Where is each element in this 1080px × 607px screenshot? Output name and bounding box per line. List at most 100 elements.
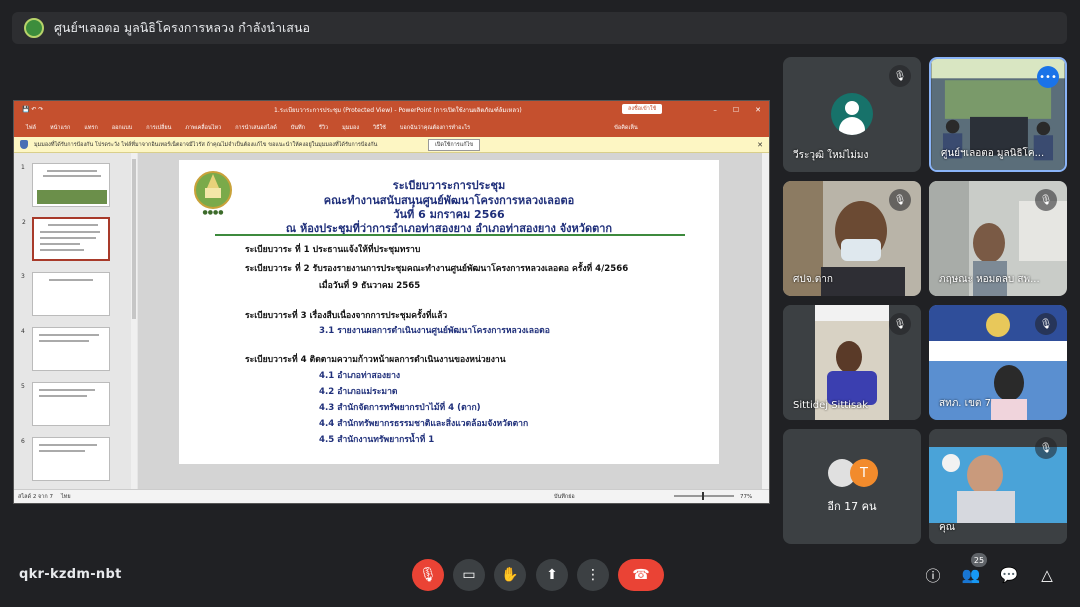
activities-icon: △ [1041,566,1053,584]
thumbnail-scrollbar[interactable] [131,153,137,490]
tab-design[interactable]: ออกแบบ [112,124,132,132]
people-button[interactable]: 👥 [960,564,982,586]
agenda-item: เมื่อวันที่ 9 ธันวาคม 2565 [319,281,421,291]
notes-button[interactable]: บันทึกย่อ [554,493,575,501]
participant-name: ศปจ.ตาก [793,274,833,285]
agenda-item: ระเบียบวาระที่ 4 ติดตามความก้าวหน้าผลการ… [245,355,506,365]
thumb-number: 5 [21,383,25,390]
agenda-item: ระเบียบวาระที่ 3 เรื่องสืบเนื่องจากการปร… [245,311,448,321]
agenda-item: 4.3 สำนักจัดการทรัพยากรป่าไม้ที่ 4 (ตาก) [319,403,481,413]
slide-counter: สไลด์ 2 จาก 7 [18,493,53,500]
meeting-details-button[interactable]: ⓘ [922,564,944,586]
protected-view-message: มุมมองที่ได้รับการป้องกัน โปรดระวัง ไฟล์… [34,141,378,148]
participant-tile[interactable]: 🎙 วีระวุฒิ ใหม่ไม่มง [783,57,921,172]
tab-home[interactable]: หน้าแรก [50,124,70,132]
tab-slideshow[interactable]: การนำเสนอสไลด์ [235,124,277,132]
participant-name: ภฤษณะ หอมดลบ สพ... [939,274,1040,285]
more-vert-icon: ⋮ [586,567,600,583]
participant-name: Sittidej Sittisak [793,400,869,411]
minimize-icon[interactable]: – [713,106,717,114]
mic-off-button[interactable]: 🎙 [412,559,444,591]
slide-divider [215,234,685,236]
agenda-item: 4.1 อำเภอท่าสองยาง [319,371,401,381]
agenda-item: 3.1 รายงานผลการดำเนินงานศูนย์พัฒนาโครงกา… [319,326,550,336]
activities-button[interactable]: △ [1036,564,1058,586]
close-icon[interactable]: ✕ [755,106,761,114]
participant-name: สทภ. เขต 7 [939,398,991,409]
slide-scrollbar[interactable] [762,153,769,490]
hand-icon: ✋ [501,567,519,583]
leave-call-button[interactable]: ☎ [618,559,664,591]
mic-off-icon: 🎙 [419,567,437,583]
others-tile[interactable]: T อีก 17 คน [783,429,921,544]
participant-name: วีระวุฒิ ใหม่ไม่มง [793,150,869,161]
more-options-icon[interactable]: ••• [1037,66,1059,88]
slide-thumb-3[interactable]: 3 [21,272,110,316]
thumb-number: 1 [21,164,25,171]
ribbon-tabs: ไฟล์ หน้าแรก แทรก ออกแบบ การเปลี่ยน ภาพเ… [14,118,769,137]
powerpoint-title: 1.ระเบียบวาระการประชุม (Protected View) … [274,106,522,114]
presenter-logo-icon [24,18,44,38]
hangup-icon: ☎ [632,567,650,583]
more-options-button[interactable]: ⋮ [577,559,609,591]
mic-off-icon: 🎙 [1035,189,1057,211]
participant-avatar: T [850,459,878,487]
thumb-number: 4 [21,328,25,335]
slide-thumb-6[interactable]: 6 [21,437,110,481]
zoom-level[interactable]: 77% [740,494,752,500]
participant-tile[interactable]: 🎙 ศปจ.ตาก [783,181,921,296]
slide-thumb-1[interactable]: 1 [21,163,110,207]
tell-me-search[interactable]: บอกฉันว่าคุณต้องการทำอะไร [400,124,470,132]
mic-off-icon: 🎙 [889,65,911,87]
save-icon[interactable]: 💾 ↶ ↷ [22,106,43,113]
default-avatar-icon [831,93,873,135]
signin-button[interactable]: ลงชื่อเข้าใช้ [622,104,663,114]
participant-name: คุณ [939,522,955,533]
mic-off-icon: 🎙 [889,313,911,335]
powerpoint-titlebar: 💾 ↶ ↷ 1.ระเบียบวาระการประชุม (Protected … [14,101,769,118]
slide-thumb-2[interactable]: 2 [22,217,110,261]
camera-icon: ▭ [462,567,476,583]
agenda-item: 4.4 สำนักทรัพยากรธรรมชาติและสิ่งแวดล้อมจ… [319,419,529,429]
enable-editing-button[interactable]: เปิดใช้การแก้ไข [428,139,481,151]
present-screen-icon: ⬆ [546,567,558,583]
participant-tile[interactable]: 🎙 Sittidej Sittisak [783,305,921,420]
powerpoint-statusbar: สไลด์ 2 จาก 7 ไทย บันทึกย่อ 77% [14,489,769,503]
language-status: ไทย [60,493,71,500]
shared-screen: 💾 ↶ ↷ 1.ระเบียบวาระการประชุม (Protected … [13,100,770,504]
slide-thumbnails: 1 2 3 4 5 6 [14,153,134,490]
chat-icon: 💬 [999,566,1019,584]
presenting-banner: ศูนย์ฯเลอตอ มูลนิธิโครงการหลวง กำลังนำเส… [12,12,1067,44]
participant-tile-self[interactable]: 🎙 คุณ [929,429,1067,544]
agenda-item: 4.2 อำเภอแม่ระมาด [319,387,398,397]
tab-insert[interactable]: แทรก [84,124,97,132]
thumb-number: 2 [22,219,26,226]
tab-help[interactable]: วิธีใช้ [373,124,386,132]
info-icon: ⓘ [925,566,941,585]
slide-thumb-5[interactable]: 5 [21,382,110,426]
thumb-number: 6 [21,438,25,445]
participant-tile[interactable]: 🎙 ภฤษณะ หอมดลบ สพ... [929,181,1067,296]
mic-off-icon: 🎙 [1035,313,1057,335]
tab-review[interactable]: รีวิว [319,124,328,132]
shield-icon [20,140,28,149]
present-button[interactable]: ⬆ [536,559,568,591]
participant-name: ศูนย์ฯเลอตอ มูลนิธิโค... [941,148,1045,159]
close-message-icon[interactable]: ✕ [757,141,763,149]
tab-file[interactable]: ไฟล์ [26,124,36,132]
agenda-item: 4.5 สำนักงานทรัพยากรน้ำที่ 1 [319,435,435,445]
tab-view[interactable]: มุมมอง [342,124,359,132]
raise-hand-button[interactable]: ✋ [494,559,526,591]
tab-transitions[interactable]: การเปลี่ยน [146,124,171,132]
camera-button[interactable]: ▭ [453,559,485,591]
zoom-slider[interactable] [674,492,734,500]
participant-tile[interactable]: 🎙 สทภ. เขต 7 [929,305,1067,420]
maximize-icon[interactable]: ☐ [733,106,739,114]
tab-record[interactable]: บันทึก [291,124,305,132]
others-count: อีก 17 คน [827,500,877,513]
tab-animations[interactable]: ภาพเคลื่อนไหว [185,124,221,132]
meeting-code: qkr-kzdm-nbt [19,567,122,582]
slide-thumb-4[interactable]: 4 [21,327,110,371]
comments-button[interactable]: ข้อคิดเห็น [614,124,638,132]
chat-button[interactable]: 💬 [998,564,1020,586]
